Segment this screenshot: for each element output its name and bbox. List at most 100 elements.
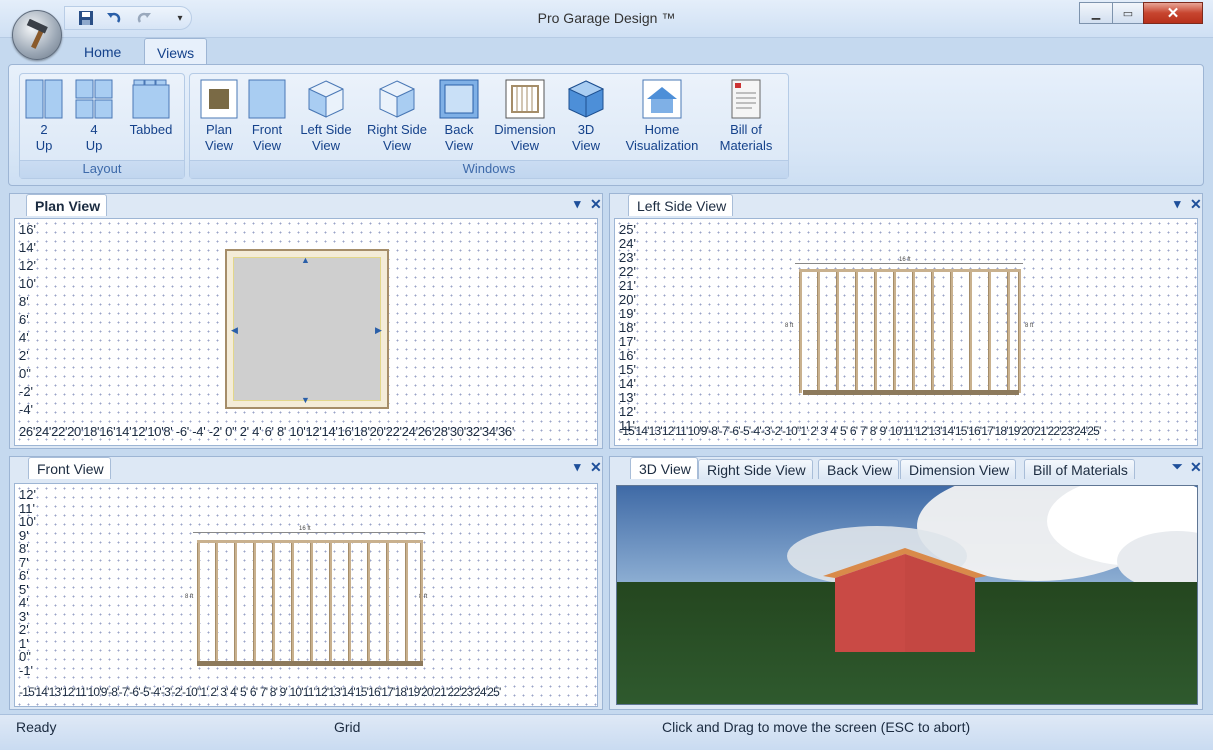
y-tick: 16': [19, 222, 36, 237]
stud: [215, 543, 218, 664]
tabbed-pane-icon: [131, 78, 171, 120]
y-tick: 13': [619, 390, 636, 405]
front-x-ruler: -15'14'13'12'11'10'9'-8'-7'-6'-5'-4'-3'-…: [19, 685, 501, 699]
tab-views[interactable]: Views: [144, 38, 208, 66]
y-tick: 3': [19, 608, 29, 624]
tab-right-side-view[interactable]: Right Side View: [698, 459, 813, 479]
y-tick: 5': [19, 581, 29, 597]
left-side-view-label1: Left Side: [300, 122, 352, 137]
right-side-view-button[interactable]: Right Side View: [362, 78, 432, 154]
4-up-button[interactable]: 4 Up: [74, 78, 114, 154]
back-view-button[interactable]: Back View: [434, 78, 484, 154]
tab-plan-view[interactable]: Plan View: [26, 194, 108, 216]
front-view-panel: Front View ▾ ✕ 12' 11' 10' 9' 8' 7' 6' 5…: [9, 456, 603, 710]
left-side-view-panel: Left Side View ▾ ✕ 25' 24' 23' 22' 21' 2…: [609, 193, 1203, 449]
panel-close-icon[interactable]: ✕: [590, 196, 602, 213]
y-tick: 12': [19, 258, 36, 273]
y-tick: 10': [19, 276, 36, 291]
y-tick: -2': [19, 384, 34, 399]
plan-view-canvas[interactable]: 16' 14' 12' 10' 8' 6' 4' 2' 0" -2' -4' 2…: [14, 218, 598, 446]
panel-close-icon[interactable]: ✕: [1190, 459, 1202, 476]
resize-handle-left-icon[interactable]: ◀: [231, 325, 238, 336]
tab-dimension-view[interactable]: Dimension View: [900, 459, 1017, 479]
tabbed-button[interactable]: Tabbed: [126, 78, 176, 138]
y-tick: 17': [619, 334, 636, 349]
left-x-ruler: -15'14'13'12'11'10'9'-8'-7'-6'-5'-4'-3'-…: [619, 424, 1101, 438]
status-bar: Ready Grid Click and Drag to move the sc…: [0, 714, 1213, 750]
front-view-button[interactable]: Front View: [240, 78, 294, 154]
panel-close-icon[interactable]: ✕: [1190, 196, 1202, 213]
tab-list-menu-icon[interactable]: ⏷: [1172, 459, 1182, 475]
tab-back-view[interactable]: Back View: [818, 459, 900, 479]
panel-menu-icon[interactable]: ▾: [574, 459, 581, 475]
front-y-ruler: 12' 11' 10' 9' 8' 7' 6' 5' 4' 3' 2' 1' 0…: [19, 488, 36, 677]
height-dimension-label: 8 ft: [785, 323, 794, 329]
stud: [836, 272, 839, 393]
stud: [1018, 272, 1021, 393]
stud: [367, 543, 370, 664]
application-menu-button[interactable]: [12, 10, 62, 60]
status-grid[interactable]: Grid: [334, 719, 360, 735]
resize-handle-bottom-icon[interactable]: ▼: [301, 395, 310, 405]
stud: [950, 272, 953, 393]
bill-of-materials-label1: Bill of: [730, 122, 762, 137]
height-dimension-label-right: 8 ft: [1025, 323, 1034, 329]
panel-menu-icon[interactable]: ▾: [574, 196, 581, 212]
panel-close-icon[interactable]: ✕: [590, 459, 602, 476]
y-tick: 20': [619, 292, 636, 307]
tab-3d-view[interactable]: 3D View: [630, 457, 698, 479]
garage-floor-outline[interactable]: ▲ ▼ ◀ ▶: [225, 249, 389, 409]
dimension-view-label2: View: [511, 138, 539, 153]
dimension-line: [795, 263, 1023, 264]
plan-view-label1: Plan: [205, 122, 233, 137]
maximize-button[interactable]: ▭: [1112, 2, 1144, 24]
resize-handle-top-icon[interactable]: ▲: [301, 255, 310, 265]
left-side-view-button[interactable]: Left Side View: [294, 78, 358, 154]
y-tick: 2': [19, 622, 29, 637]
width-dimension-line: 16 ft: [193, 526, 425, 538]
layout-group: 2 Up 4 Up Tabbed Layout: [19, 73, 185, 179]
4-up-label2: Up: [85, 138, 103, 153]
status-hint: Click and Drag to move the screen (ESC t…: [662, 719, 971, 735]
bill-of-materials-button[interactable]: Bill of Materials: [712, 78, 780, 154]
3d-view-canvas[interactable]: [616, 485, 1198, 705]
stud: [348, 543, 351, 664]
stud: [931, 272, 934, 393]
stud: [1007, 272, 1010, 393]
tab-bill-of-materials[interactable]: Bill of Materials: [1024, 459, 1135, 479]
wall-frame[interactable]: [799, 269, 1021, 395]
stud: [874, 272, 877, 393]
windows-group-label: Windows: [190, 160, 788, 178]
dimension-view-button[interactable]: Dimension View: [490, 78, 560, 154]
stud: [272, 543, 275, 664]
2-up-label2: Up: [35, 138, 53, 153]
resize-handle-right-icon[interactable]: ▶: [375, 325, 382, 336]
close-button[interactable]: ✕: [1143, 2, 1203, 24]
3d-view-label2: View: [572, 138, 600, 153]
3d-view-label1: 3D: [577, 122, 595, 137]
wall-frame[interactable]: [197, 540, 423, 666]
2-up-button[interactable]: 2 Up: [24, 78, 64, 154]
y-tick: 25': [619, 222, 636, 237]
3d-view-button[interactable]: 3D View: [564, 78, 608, 154]
panel-menu-icon[interactable]: ▾: [1174, 196, 1181, 212]
tab-left-side-view[interactable]: Left Side View: [628, 194, 734, 216]
document-icon: [726, 78, 766, 120]
y-tick: 21': [619, 278, 636, 293]
y-tick: 2': [19, 348, 29, 363]
y-tick: -4': [19, 402, 34, 417]
tab-front-view[interactable]: Front View: [28, 457, 111, 479]
stud: [855, 272, 858, 393]
plan-view-button[interactable]: Plan View: [192, 78, 246, 154]
height-dimension-label: 8 ft: [185, 594, 194, 600]
plan-view-panel: Plan View ▾ ✕ 16' 14' 12' 10' 8' 6' 4' 2…: [9, 193, 603, 449]
3d-cube-icon: [566, 78, 606, 120]
window-title: Pro Garage Design ™: [537, 10, 676, 26]
stud: [912, 272, 915, 393]
home-visualization-button[interactable]: Home Visualization: [618, 78, 706, 154]
four-pane-icon: [74, 78, 114, 120]
minimize-button[interactable]: ▁: [1079, 2, 1113, 24]
tab-home[interactable]: Home: [72, 38, 133, 66]
left-side-view-canvas[interactable]: 25' 24' 23' 22' 21' 20' 19' 18' 17' 16' …: [614, 218, 1198, 446]
front-view-canvas[interactable]: 12' 11' 10' 9' 8' 7' 6' 5' 4' 3' 2' 1' 0…: [14, 483, 598, 707]
